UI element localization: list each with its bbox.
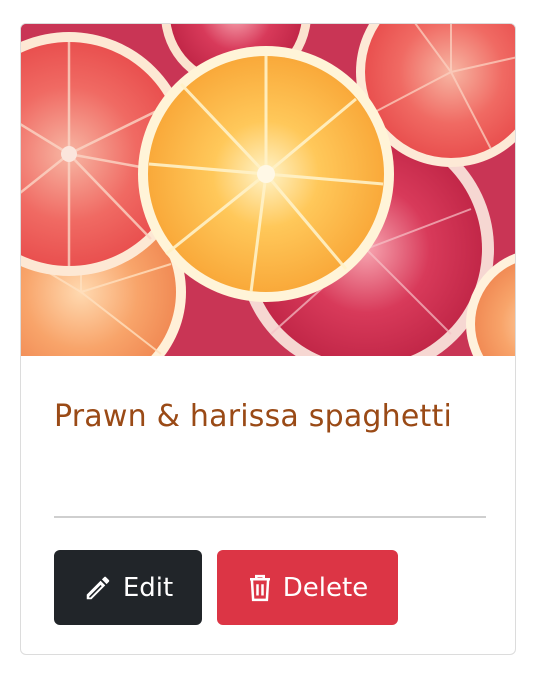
recipe-card: Prawn & harissa spaghetti Edit Delete	[20, 23, 516, 655]
card-divider	[54, 516, 486, 518]
recipe-title: Prawn & harissa spaghetti	[54, 399, 452, 434]
edit-button-label: Edit	[122, 572, 174, 603]
edit-button[interactable]: Edit	[54, 550, 202, 625]
trash-icon	[247, 573, 273, 603]
delete-button-label: Delete	[282, 572, 369, 603]
recipe-image	[21, 24, 515, 356]
pencil-icon	[83, 573, 113, 603]
delete-button[interactable]: Delete	[217, 550, 398, 625]
